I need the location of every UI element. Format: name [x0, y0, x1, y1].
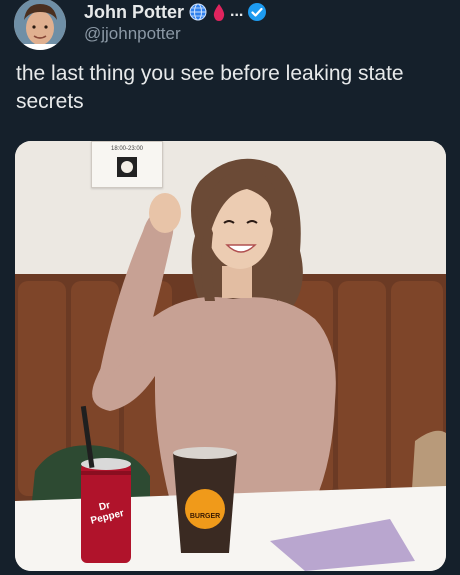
more-dots-icon: ...: [230, 3, 244, 20]
blood-drop-icon: [212, 2, 226, 22]
user-handle[interactable]: @jjohnpotter: [84, 24, 181, 44]
avatar[interactable]: [14, 0, 66, 50]
cup-brand-label: BURGER: [189, 513, 221, 520]
verified-badge-icon: [247, 2, 267, 22]
tweet-text: the last thing you see before leaking st…: [16, 62, 404, 113]
wall-poster: 18:00-23:00: [91, 141, 163, 188]
name-row: John Potter ...: [84, 0, 267, 24]
tweet-header: John Potter ... @jjohnpotter: [14, 0, 446, 50]
poster-logo-icon: [117, 157, 137, 177]
photo-scene: [15, 141, 446, 571]
display-name[interactable]: John Potter: [84, 2, 184, 23]
poster-time-text: 18:00-23:00: [110, 146, 144, 152]
globe-icon: [188, 2, 208, 22]
tweet-photo[interactable]: 18:00-23:00 Dr Pepper BURGER: [15, 141, 446, 571]
